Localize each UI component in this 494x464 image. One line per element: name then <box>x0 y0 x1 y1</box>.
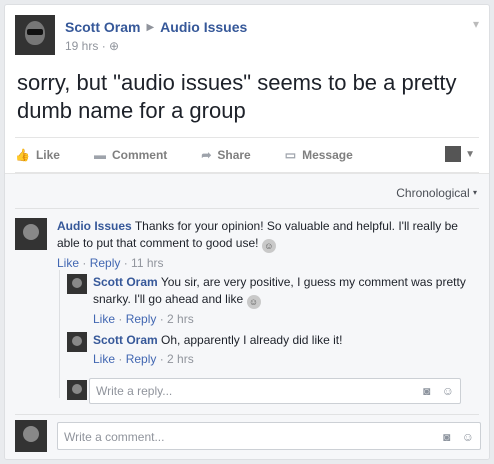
comment: Audio Issues Thanks for your opinion! So… <box>57 219 458 270</box>
author-avatar[interactable] <box>15 15 55 55</box>
reply-author[interactable]: Scott Oram <box>93 275 158 289</box>
reply-avatar[interactable] <box>67 274 87 294</box>
caret-down-icon: ▾ <box>472 188 477 197</box>
chevron-down-icon[interactable]: ▾ <box>473 17 479 31</box>
like-link[interactable]: Like <box>57 256 79 270</box>
reply-link[interactable]: Reply <box>126 352 157 366</box>
comment-button[interactable]: ▬ Comment <box>94 148 167 162</box>
reply-link[interactable]: Reply <box>126 312 157 326</box>
divider <box>15 208 479 209</box>
separator-dot: · <box>101 39 106 53</box>
globe-icon: ⊕ <box>109 39 120 53</box>
caret-down-icon: ▼ <box>465 148 475 160</box>
reply-avatar[interactable] <box>67 332 87 352</box>
reply-link[interactable]: Reply <box>90 256 121 270</box>
emoji-icon[interactable]: ☺ <box>462 430 474 444</box>
comments-section: Chronological ▾ Audio Issues Thanks for … <box>5 173 489 459</box>
comment-icon: ▬ <box>93 148 106 162</box>
page-avatar <box>445 146 462 162</box>
message-button[interactable]: ▭ Message <box>285 148 353 162</box>
camera-icon[interactable]: ◙ <box>423 384 430 398</box>
reply-author[interactable]: Scott Oram <box>93 333 158 347</box>
grin-emoji-icon: ☺ <box>261 239 276 253</box>
reply-input-avatar <box>67 380 87 400</box>
reply-time[interactable]: 2 hrs <box>167 312 194 326</box>
emoji-icon[interactable]: ☺ <box>442 384 454 398</box>
author-name[interactable]: Scott Oram <box>65 19 140 35</box>
group-name[interactable]: Audio Issues <box>160 19 247 35</box>
reply: Scott Oram Oh, apparently I already did … <box>93 333 343 366</box>
post-time[interactable]: 19 hrs <box>65 39 98 53</box>
comment-input-avatar <box>15 420 47 452</box>
reply-thread-line <box>59 270 60 398</box>
like-link[interactable]: Like <box>93 312 115 326</box>
post-header: Scott Oram ▶ Audio Issues 19 hrs · ⊕ <box>15 15 247 61</box>
comment-avatar[interactable] <box>15 218 47 250</box>
smile-emoji-icon: ☺ <box>246 295 261 309</box>
action-bar: 👍 Like ▬ Comment ➦ Share ▭ Message ▼ <box>15 137 479 173</box>
camera-icon[interactable]: ◙ <box>443 430 450 444</box>
reply: Scott Oram You sir, are very positive, I… <box>93 275 466 326</box>
arrow-right-icon: ▶ <box>146 21 155 33</box>
sort-dropdown[interactable]: Chronological ▾ <box>396 186 477 200</box>
post-card: Scott Oram ▶ Audio Issues 19 hrs · ⊕ ▾ s… <box>4 4 490 460</box>
share-arrow-icon: ➦ <box>201 148 212 162</box>
comment-input[interactable]: Write a comment... ◙ ☺ <box>57 422 481 450</box>
comment-time[interactable]: 11 hrs <box>131 256 163 270</box>
divider <box>15 414 479 415</box>
reply-input[interactable]: Write a reply... ◙ ☺ <box>89 378 461 404</box>
audience-selector[interactable]: ▼ <box>445 146 475 162</box>
reply-text: Oh, apparently I already did like it! <box>161 333 343 347</box>
share-button[interactable]: ➦ Share <box>201 148 250 162</box>
thumbs-up-icon: 👍 <box>15 148 30 162</box>
comment-author[interactable]: Audio Issues <box>57 219 132 233</box>
reply-time[interactable]: 2 hrs <box>167 352 194 366</box>
like-button[interactable]: 👍 Like <box>15 148 60 162</box>
post-text: sorry, but "audio issues" seems to be a … <box>17 70 457 123</box>
message-icon: ▭ <box>284 148 297 162</box>
like-link[interactable]: Like <box>93 352 115 366</box>
